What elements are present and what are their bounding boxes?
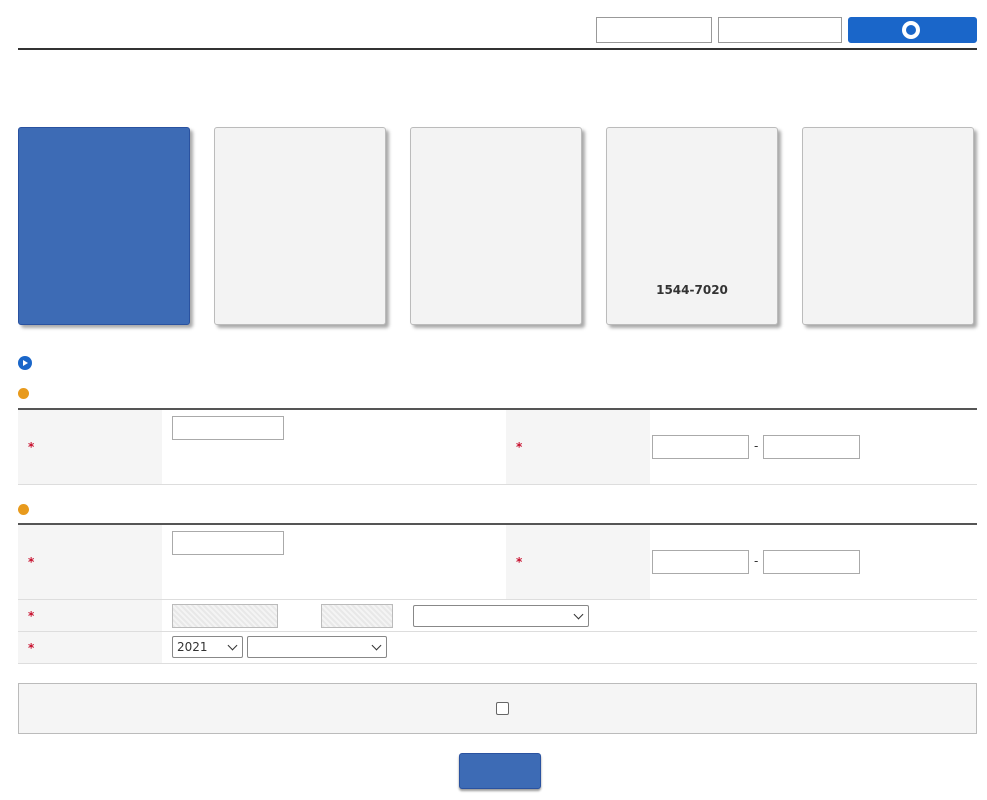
- card-minor[interactable]: [214, 127, 386, 325]
- consent-status-button[interactable]: [718, 17, 842, 43]
- card-body: [616, 167, 768, 277]
- card-body: [812, 167, 964, 277]
- card-self-auth[interactable]: [18, 127, 190, 325]
- scope-year-value: 2021: [177, 640, 208, 654]
- required-mark: *: [28, 555, 35, 569]
- rrn-label: *: [506, 525, 650, 599]
- card-body: [420, 167, 572, 277]
- bullet-icon: [18, 504, 29, 515]
- consent-checkbox[interactable]: [496, 702, 509, 715]
- chevron-down-icon: [573, 609, 584, 619]
- scope-label: *: [18, 632, 162, 663]
- submit-button[interactable]: [459, 753, 541, 789]
- relation-label: *: [18, 600, 162, 631]
- card-body: [28, 167, 180, 277]
- card-online[interactable]: [410, 127, 582, 325]
- required-mark: *: [28, 608, 35, 623]
- relation-select[interactable]: [413, 605, 589, 627]
- fax-value: 1544-7020: [656, 283, 728, 297]
- provider-name-input[interactable]: [172, 531, 284, 555]
- card-body: [224, 167, 376, 277]
- bullet-icon: [18, 388, 29, 399]
- consent-box: [18, 683, 977, 734]
- inquirer-table: * * -: [18, 408, 977, 485]
- chevron-down-icon: [227, 640, 238, 650]
- card-title[interactable]: [616, 140, 768, 157]
- scope-year-select[interactable]: 2021: [172, 636, 243, 658]
- rrn-separator: -: [754, 554, 759, 568]
- card-visit[interactable]: [802, 127, 974, 325]
- table-row: * * -: [18, 525, 977, 600]
- rrn-separator: -: [754, 439, 759, 453]
- relation-inquirer-name-field: [172, 604, 278, 628]
- name-label: *: [18, 410, 162, 484]
- relation-provider-name-field: [321, 604, 393, 628]
- inquirer-rrn-back-input[interactable]: [763, 435, 860, 459]
- card-title[interactable]: [812, 140, 964, 157]
- chevron-down-icon: [371, 640, 382, 650]
- title-divider: [18, 48, 977, 50]
- chatbot-logo-icon: [901, 21, 920, 39]
- table-row: * 2021: [18, 632, 977, 664]
- table-row: *: [18, 600, 977, 632]
- name-label: *: [18, 525, 162, 599]
- inquirer-name-input[interactable]: [172, 416, 284, 440]
- required-mark: *: [28, 640, 35, 655]
- provider-rrn-back-input[interactable]: [763, 550, 860, 574]
- required-mark: *: [516, 440, 523, 454]
- card-title[interactable]: [28, 140, 180, 157]
- table-row: * * -: [18, 410, 977, 485]
- required-mark: *: [516, 555, 523, 569]
- scope-select[interactable]: [247, 636, 387, 658]
- card-title[interactable]: [420, 140, 572, 157]
- provider-rrn-front-input[interactable]: [652, 550, 749, 574]
- card-title[interactable]: [224, 140, 376, 157]
- provider-table: * * - * * 2021: [18, 523, 977, 664]
- section-arrow-icon: [18, 356, 32, 370]
- simple-query-button[interactable]: [596, 17, 712, 43]
- card-fax[interactable]: 1544-7020: [606, 127, 778, 325]
- required-mark: *: [28, 440, 35, 454]
- fax-number: 1544-7020: [616, 283, 768, 300]
- chatbot-button[interactable]: [848, 17, 977, 43]
- inquirer-rrn-front-input[interactable]: [652, 435, 749, 459]
- rrn-label: *: [506, 410, 650, 484]
